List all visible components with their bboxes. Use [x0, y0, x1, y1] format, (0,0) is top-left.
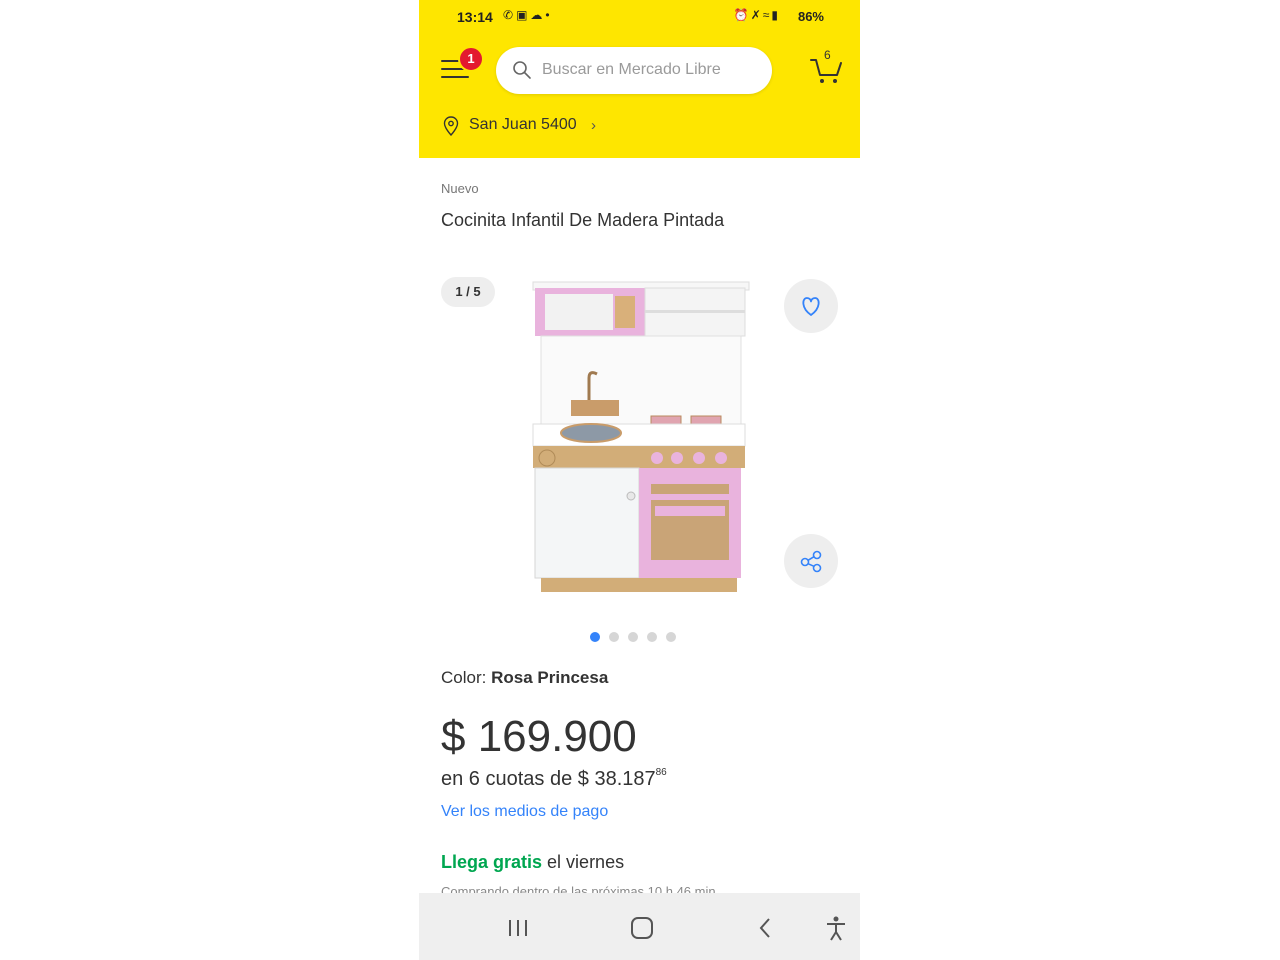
product-title: Cocinita Infantil De Madera Pintada [441, 210, 725, 230]
search-icon [513, 61, 531, 79]
gallery-dot[interactable] [666, 632, 676, 642]
location-pin-icon [443, 116, 459, 136]
home-button[interactable] [625, 911, 659, 945]
item-condition: Nuevo [441, 181, 479, 196]
battery-level: 86% [797, 9, 824, 24]
search-input[interactable]: Buscar en Mercado Libre [496, 47, 772, 94]
phone-screen: 13:14 ✆▣☁• ⏰✗≈▮ 86% 1 Buscar en Mercado … [419, 0, 860, 960]
accessibility-icon [827, 916, 845, 941]
whatsapp-icon: ✆ [503, 8, 517, 22]
gallery-dot[interactable] [590, 632, 600, 642]
search-placeholder: Buscar en Mercado Libre [542, 61, 721, 78]
notification-dot-icon: • [545, 8, 553, 22]
payment-methods-link[interactable]: Ver los medios de pago [441, 803, 608, 821]
installments-text: en 6 cuotas de $ 38.187 [441, 768, 656, 790]
mute-icon: ✗ [750, 8, 763, 22]
shipping-day: el viernes [547, 852, 625, 872]
free-shipping-label: Llega gratis [441, 852, 543, 872]
app-header: 13:14 ✆▣☁• ⏰✗≈▮ 86% 1 Buscar en Mercado … [419, 0, 860, 158]
installments-cents: 86 [655, 767, 667, 779]
system-icons: ⏰✗≈▮ [734, 8, 780, 22]
heart-icon [802, 297, 820, 316]
image-gallery[interactable]: 1 / 5 [419, 262, 860, 612]
cart-count: 6 [824, 48, 831, 62]
product-image[interactable] [527, 270, 763, 610]
back-icon [759, 918, 770, 938]
share-icon [800, 550, 822, 573]
notification-badge: 1 [458, 46, 484, 72]
chevron-right-icon: › [591, 117, 596, 134]
favorite-button[interactable] [784, 279, 838, 333]
signal-icon: ▮ [771, 8, 780, 22]
cloud-icon: ☁ [530, 8, 546, 22]
gallery-dot[interactable] [647, 632, 657, 642]
recent-apps-button[interactable] [501, 911, 535, 945]
facebook-icon: ▣ [516, 8, 531, 22]
color-label: Color: [441, 668, 487, 687]
system-navigation-bar [419, 893, 860, 960]
location-text: San Juan 5400 [469, 116, 577, 133]
menu-icon-bar [441, 76, 469, 78]
accessibility-button[interactable] [819, 911, 853, 945]
installments-info: en 6 cuotas de $ 38.18786 [441, 767, 667, 791]
back-button[interactable] [749, 911, 783, 945]
status-time: 13:14 [457, 9, 493, 25]
status-bar: 13:14 ✆▣☁• ⏰✗≈▮ 86% [419, 0, 860, 34]
gallery-dot[interactable] [609, 632, 619, 642]
notification-icons: ✆▣☁• [503, 8, 553, 22]
home-icon [631, 917, 653, 939]
color-value: Rosa Princesa [491, 668, 609, 687]
share-button[interactable] [784, 534, 838, 588]
shipping-info: Llega gratis el viernes [441, 852, 624, 873]
alarm-icon: ⏰ [733, 8, 751, 22]
gallery-counter: 1 / 5 [441, 277, 495, 307]
recent-apps-icon [509, 920, 527, 936]
gallery-dot[interactable] [628, 632, 638, 642]
color-selector[interactable]: Color: Rosa Princesa [441, 668, 608, 688]
product-price: $ 169.900 [441, 712, 637, 761]
